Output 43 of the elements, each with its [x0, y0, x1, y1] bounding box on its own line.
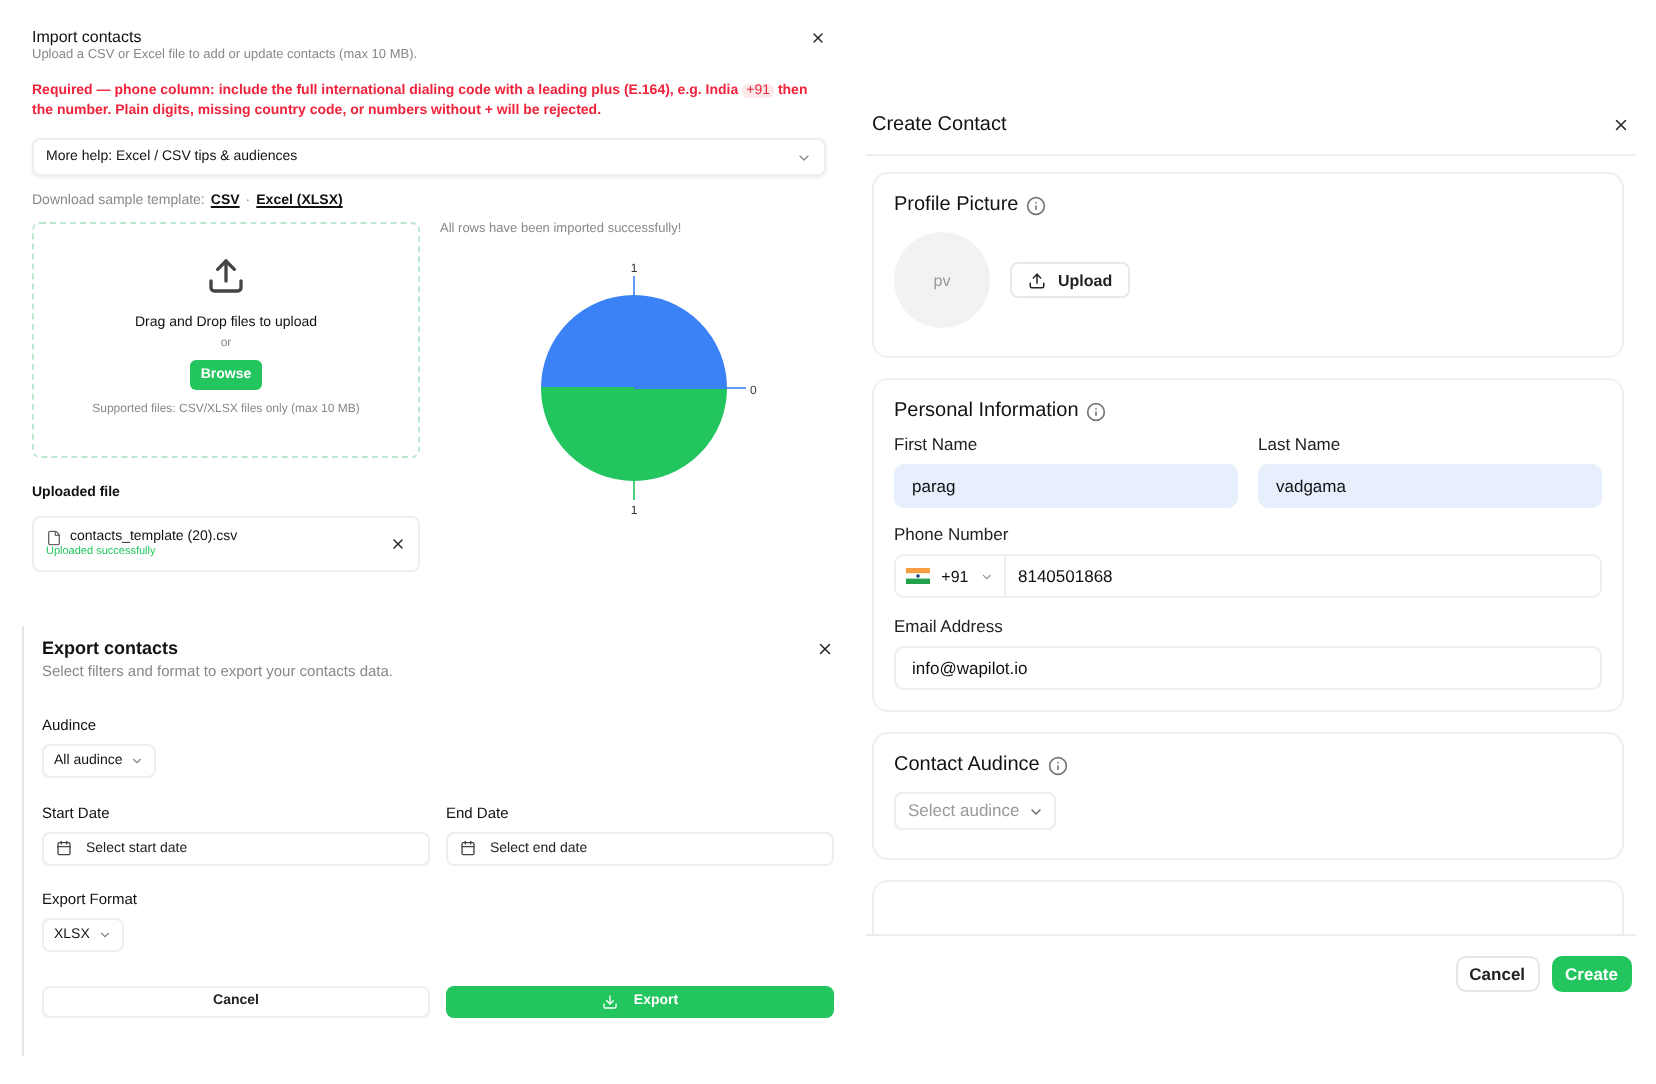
info-icon[interactable]: [1026, 195, 1047, 215]
phone-input[interactable]: 8140501868: [1018, 566, 1588, 586]
field-label: First Name: [894, 434, 980, 454]
cancel-button[interactable]: Cancel: [1455, 956, 1540, 992]
email-field[interactable]: info@wapilot.io: [894, 646, 1602, 690]
upload-icon: [206, 256, 246, 297]
select-placeholder: Select audince: [908, 799, 1020, 823]
field-label: Last Name: [1258, 434, 1343, 454]
close-icon[interactable]: [1612, 116, 1630, 134]
calendar-icon: [460, 840, 476, 857]
close-icon[interactable]: [810, 30, 826, 47]
field-label: Phone Number: [894, 524, 1011, 544]
text-field[interactable]: parag: [894, 464, 1238, 508]
close-icon[interactable]: [390, 536, 406, 553]
upload-icon: [1028, 271, 1046, 289]
dialog-title: Export contacts: [42, 638, 179, 662]
flag-icon: [906, 568, 930, 584]
text-input[interactable]: vadgama: [1276, 476, 1584, 496]
section-heading: Contact Audince: [894, 754, 1040, 776]
dialog-title: Create Contact: [872, 112, 1007, 138]
chevron-icon: [130, 754, 145, 769]
section-heading: Profile Picture: [894, 194, 1019, 216]
text-input[interactable]: parag: [912, 476, 1220, 496]
file-icon: [46, 529, 62, 546]
chevron-icon: [97, 927, 112, 942]
text-field[interactable]: vadgama: [1258, 464, 1602, 508]
download-icon: [601, 993, 618, 1010]
info-icon[interactable]: [1047, 755, 1068, 775]
leader-line: [725, 386, 747, 389]
upload-button[interactable]: Upload: [1010, 262, 1131, 298]
avatar: pv: [894, 232, 990, 328]
field-label: Email Address: [894, 616, 1005, 636]
leader-line: [633, 274, 635, 297]
phone-field[interactable]: +91 8140501868: [894, 554, 1602, 598]
email-input[interactable]: info@wapilot.io: [912, 658, 1584, 678]
close-icon[interactable]: [816, 640, 834, 659]
info-icon[interactable]: [1086, 401, 1107, 421]
leader-line: [633, 478, 635, 501]
chevron-icon: [980, 569, 994, 583]
country-code-select[interactable]: +91: [896, 556, 1006, 596]
section-heading: Personal Information: [894, 400, 1079, 422]
dialog-title: Import contacts: [32, 28, 142, 48]
calendar-icon: [56, 840, 72, 857]
